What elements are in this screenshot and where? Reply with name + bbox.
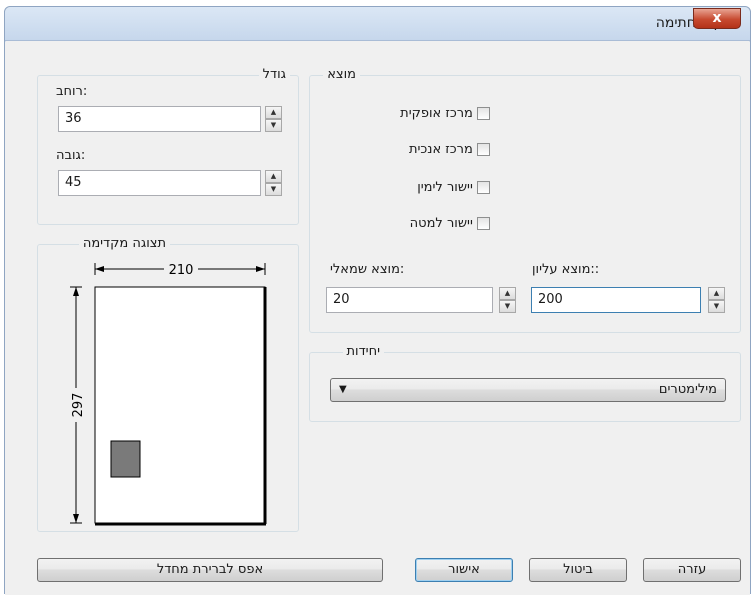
left-offset-label: :מוצא שמאלי — [330, 262, 405, 277]
spin-down-icon[interactable]: ▼ — [265, 183, 282, 196]
dialog-window: מיקום חתימה x גודל :רוחב 36 ▲ ▼ :גובה 45… — [4, 6, 751, 595]
center-horizontal-option[interactable]: מרכז אופקית — [330, 106, 490, 126]
position-group: מוצא מרכז אופקית מרכז אנכית יישור לימין … — [309, 67, 741, 333]
top-offset-input[interactable]: 200 — [531, 287, 701, 313]
height-spinner[interactable]: ▲ ▼ — [265, 170, 282, 196]
title-bar[interactable]: מיקום חתימה x — [5, 7, 750, 41]
height-input[interactable]: 45 — [58, 170, 261, 196]
align-bottom-option[interactable]: יישור למטה — [330, 216, 490, 236]
size-group-title: גודל — [258, 67, 290, 82]
reset-defaults-button[interactable]: אפס לברירת מחדל — [37, 558, 383, 582]
left-offset-input[interactable]: 20 — [326, 287, 493, 313]
top-offset-label: ::מוצא עליון — [532, 262, 600, 277]
top-offset-spinner[interactable]: ▲ ▼ — [708, 287, 725, 313]
dialog-body: גודל :רוחב 36 ▲ ▼ :גובה 45 ▲ ▼ תצוגה מקד… — [5, 42, 750, 595]
spin-up-icon[interactable]: ▲ — [499, 287, 516, 300]
close-button[interactable]: x — [693, 8, 741, 29]
chevron-down-icon: ▼ — [339, 384, 347, 395]
height-label: :גובה — [56, 148, 86, 163]
spin-up-icon[interactable]: ▲ — [265, 106, 282, 119]
align-right-label: יישור לימין — [417, 180, 473, 195]
width-input[interactable]: 36 — [58, 106, 261, 132]
center-vertical-option[interactable]: מרכז אנכית — [330, 142, 490, 162]
cancel-button[interactable]: ביטול — [529, 558, 627, 582]
align-bottom-checkbox[interactable] — [477, 217, 490, 230]
spin-up-icon[interactable]: ▲ — [708, 287, 725, 300]
center-horizontal-label: מרכז אופקית — [400, 106, 473, 121]
page-preview — [94, 286, 266, 524]
height-arrow-bottom — [73, 514, 79, 523]
units-group: יחידות מילימטרים ▼ — [309, 344, 741, 422]
height-dimension-label: 297 — [71, 393, 86, 418]
width-arrow-right — [256, 266, 265, 272]
close-icon: x — [712, 10, 722, 26]
units-group-title: יחידות — [342, 344, 384, 359]
ok-button[interactable]: אישור — [415, 558, 513, 582]
signature-box-preview — [110, 440, 141, 478]
position-group-title: מוצא — [323, 67, 360, 82]
spin-down-icon[interactable]: ▼ — [265, 119, 282, 132]
spin-up-icon[interactable]: ▲ — [265, 170, 282, 183]
width-dimension-label: 210 — [169, 263, 194, 278]
help-button[interactable]: עזרה — [643, 558, 741, 582]
units-select[interactable]: מילימטרים ▼ — [330, 378, 726, 402]
width-arrow-left — [95, 266, 104, 272]
left-offset-spinner[interactable]: ▲ ▼ — [499, 287, 516, 313]
preview-canvas: 210 297 — [68, 261, 267, 526]
preview-group: תצוגה מקדימה 210 297 — [37, 236, 299, 532]
spin-down-icon[interactable]: ▼ — [708, 300, 725, 313]
size-group: גודל :רוחב 36 ▲ ▼ :גובה 45 ▲ ▼ — [37, 67, 299, 225]
align-right-checkbox[interactable] — [477, 181, 490, 194]
center-vertical-checkbox[interactable] — [477, 143, 490, 156]
width-label: :רוחב — [56, 84, 88, 99]
units-selected-value: מילימטרים — [658, 382, 717, 397]
height-arrow-top — [73, 287, 79, 296]
align-right-option[interactable]: יישור לימין — [330, 180, 490, 200]
width-spinner[interactable]: ▲ ▼ — [265, 106, 282, 132]
align-bottom-label: יישור למטה — [409, 216, 473, 231]
spin-down-icon[interactable]: ▼ — [499, 300, 516, 313]
center-vertical-label: מרכז אנכית — [408, 142, 473, 157]
center-horizontal-checkbox[interactable] — [477, 107, 490, 120]
